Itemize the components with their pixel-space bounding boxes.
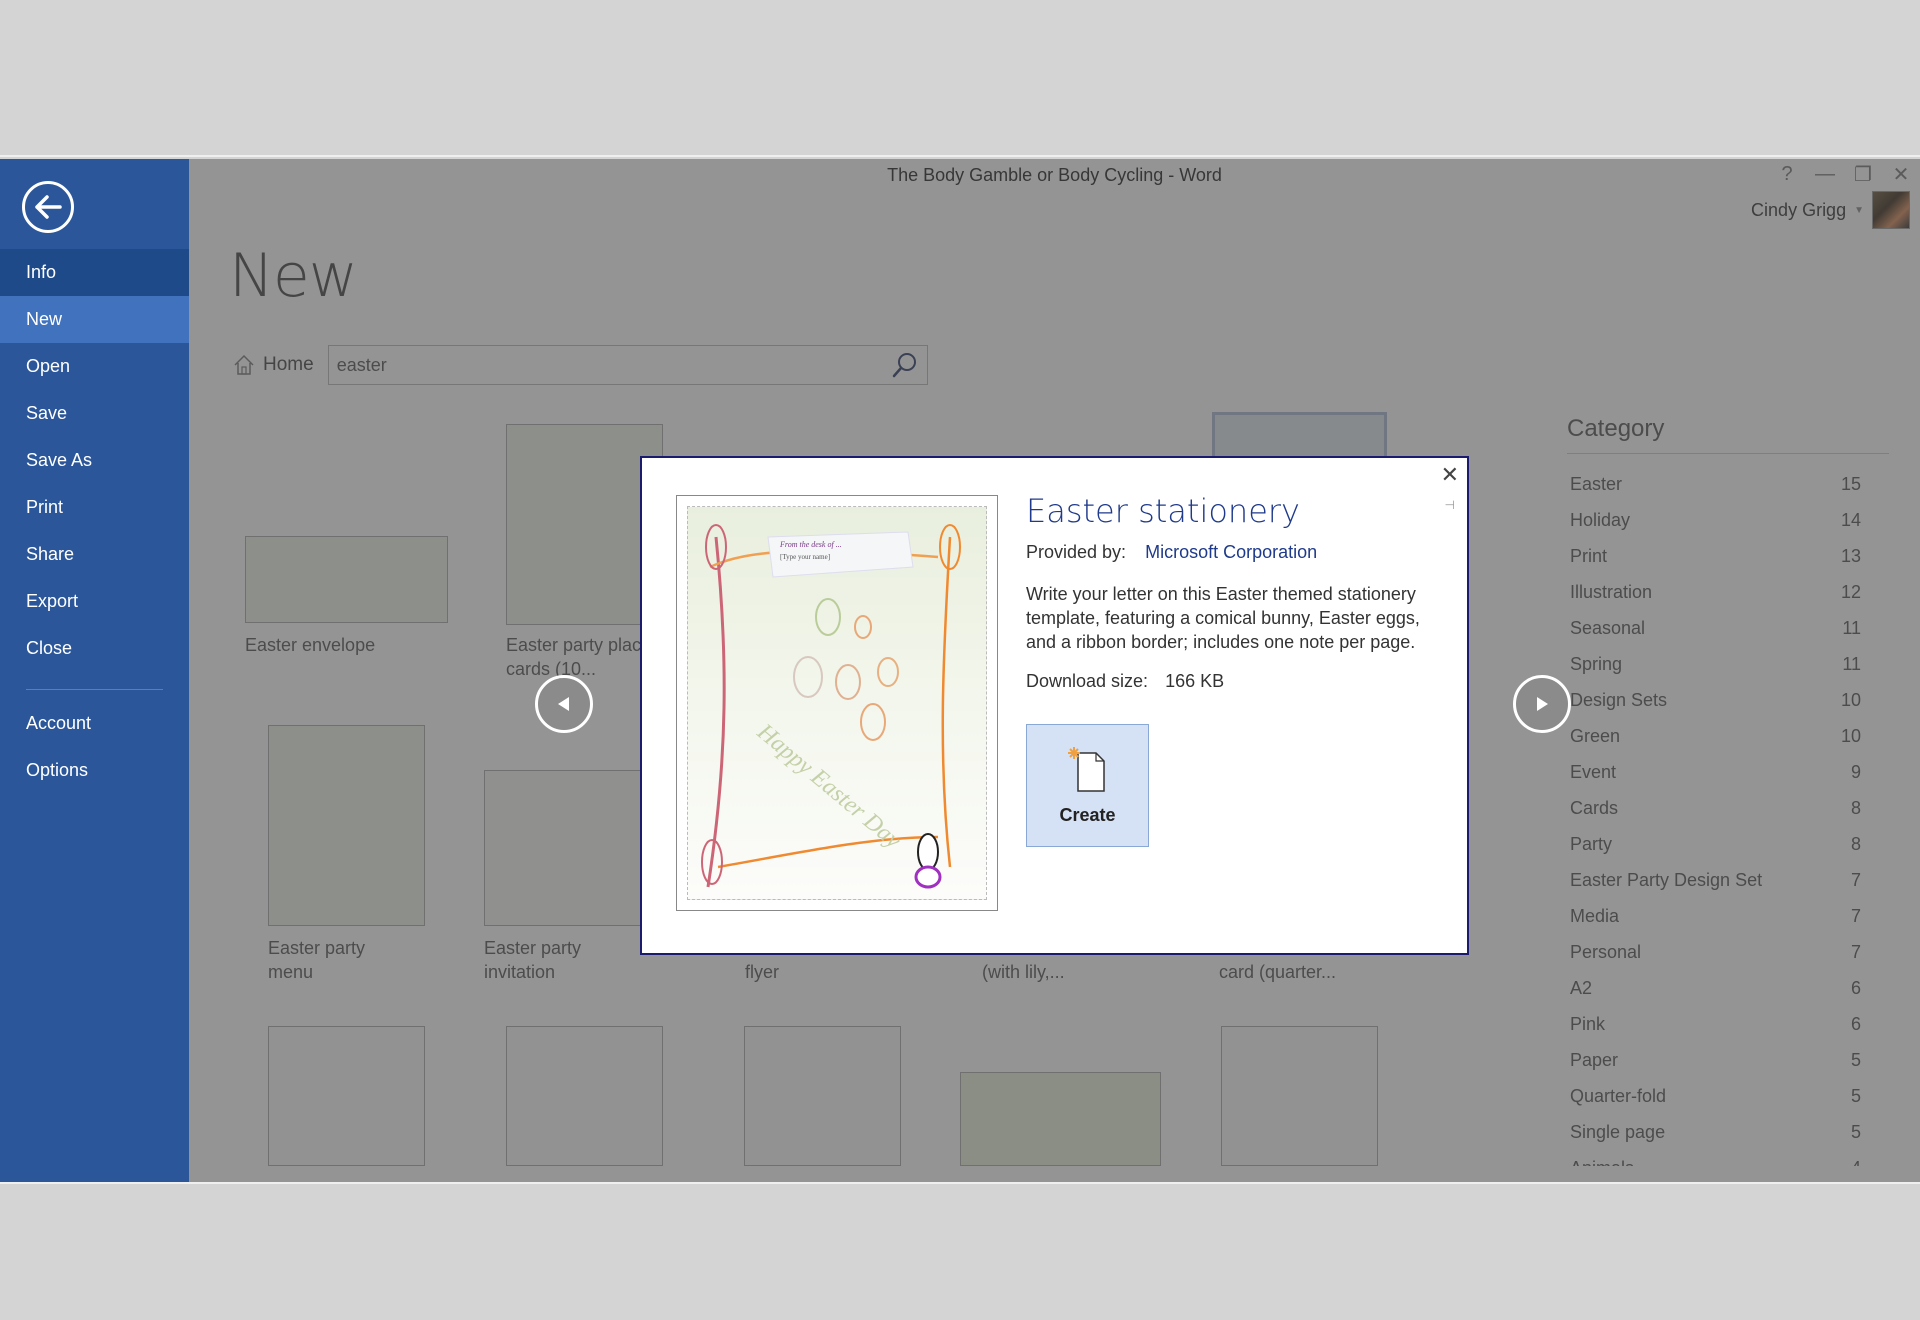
template-description: Write your letter on this Easter themed …: [1026, 584, 1420, 652]
stationery-preview: From the desk of ... [Type your name] Ha…: [687, 506, 987, 900]
provider-link[interactable]: Microsoft Corporation: [1145, 542, 1317, 562]
backstage-sidebar: Info New Open Save Save As Print Share E…: [0, 159, 189, 1182]
close-dialog-icon[interactable]: ✕: [1441, 462, 1459, 488]
create-label: Create: [1059, 805, 1116, 825]
template-preview-dialog: ✕ ⊣ From the desk of ... [Type your name…: [640, 456, 1469, 955]
template-preview-image: From the desk of ... [Type your name] Ha…: [676, 495, 998, 911]
nav-item-options[interactable]: Options: [0, 747, 189, 794]
nav-item-open[interactable]: Open: [0, 343, 189, 390]
preview-name-text: [Type your name]: [780, 553, 831, 561]
backstage-nav: Info New Open Save Save As Print Share E…: [0, 249, 189, 794]
nav-item-account[interactable]: Account: [0, 700, 189, 747]
pin-icon[interactable]: ⊣: [1445, 498, 1455, 512]
download-size: Download size: 166 KB: [1026, 671, 1224, 692]
download-size-label: Download size:: [1026, 671, 1149, 691]
template-title: Easter stationery: [1026, 492, 1300, 530]
nav-item-save[interactable]: Save: [0, 390, 189, 437]
download-size-value: 166 KB: [1165, 671, 1225, 691]
new-document-icon: [1067, 747, 1105, 792]
nav-item-export[interactable]: Export: [0, 578, 189, 625]
previous-template-button[interactable]: [535, 675, 593, 733]
desktop-background-bottom: [0, 1182, 1920, 1320]
arrow-left-icon: [35, 195, 62, 219]
desktop-background-top: [0, 0, 1920, 157]
provided-by: Provided by: Microsoft Corporation: [1026, 542, 1317, 563]
nav-item-info[interactable]: Info: [0, 249, 189, 296]
nav-item-save-as[interactable]: Save As: [0, 437, 189, 484]
triangle-right-icon: [1537, 697, 1548, 711]
nav-item-share[interactable]: Share: [0, 531, 189, 578]
triangle-left-icon: [558, 697, 569, 711]
back-button[interactable]: [22, 181, 74, 233]
preview-from-text: From the desk of ...: [780, 540, 842, 549]
word-window: Info New Open Save Save As Print Share E…: [0, 159, 1920, 1182]
nav-item-print[interactable]: Print: [0, 484, 189, 531]
nav-item-close[interactable]: Close: [0, 625, 189, 672]
create-button[interactable]: Create: [1026, 724, 1149, 847]
ribbon-border-illustration: [701, 524, 961, 889]
next-template-button[interactable]: [1513, 675, 1571, 733]
provided-by-label: Provided by:: [1026, 542, 1127, 562]
nav-item-new[interactable]: New: [0, 296, 189, 343]
nav-divider: [26, 689, 163, 690]
